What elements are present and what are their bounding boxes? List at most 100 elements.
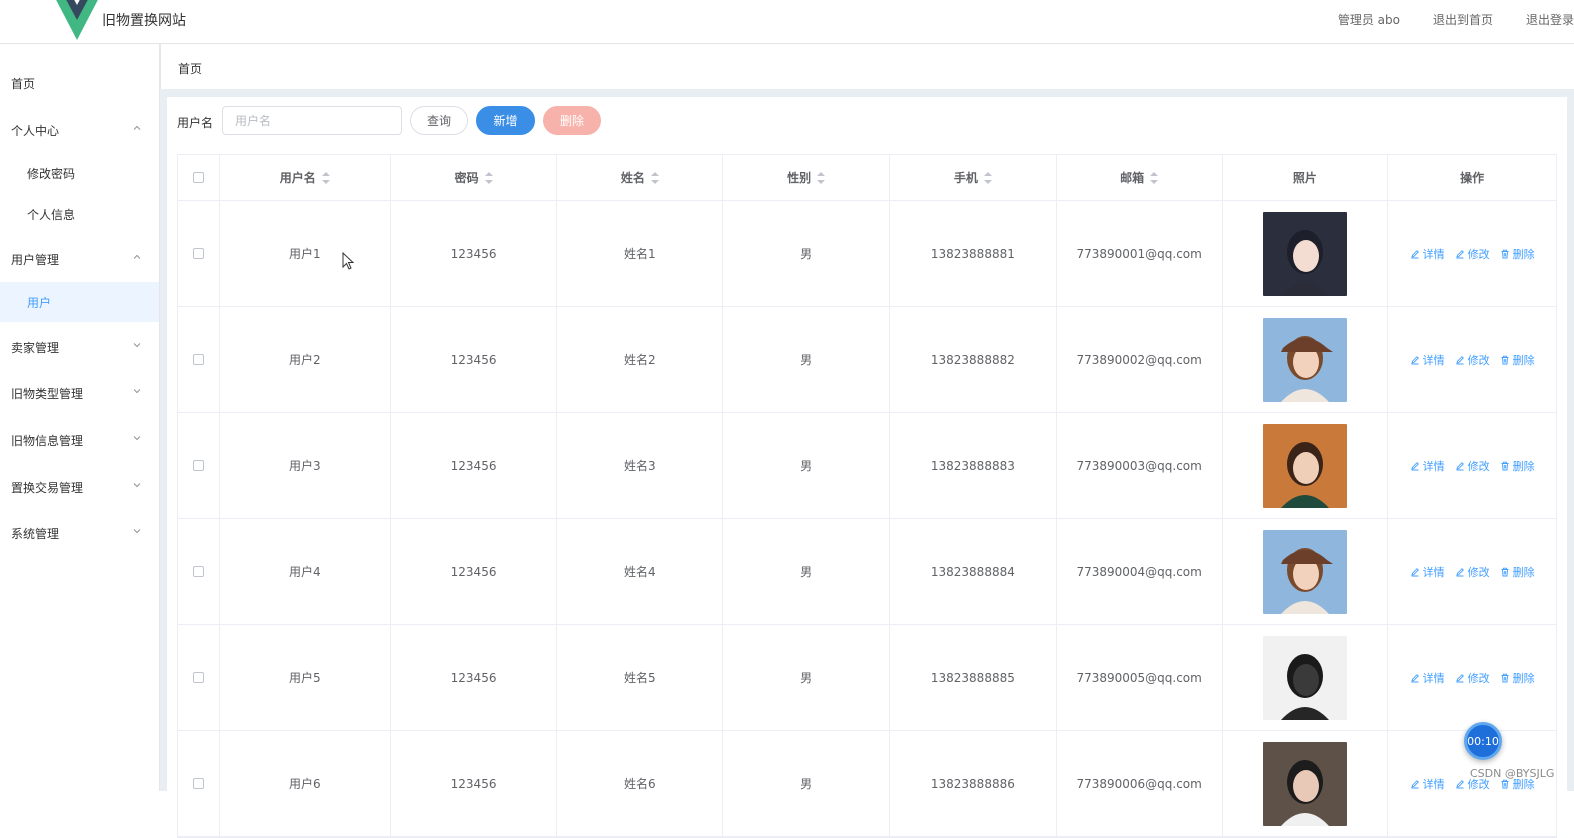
query-button[interactable]: 查询 — [410, 106, 468, 135]
edit-link[interactable]: 修改 — [1455, 352, 1490, 368]
user-photo[interactable] — [1262, 211, 1347, 296]
trash-icon — [1501, 567, 1509, 576]
breadcrumb[interactable]: 首页 — [178, 60, 202, 77]
sidebar-item[interactable]: 个人中心 — [0, 110, 159, 150]
username-cell: 用户5 — [220, 625, 391, 730]
sidebar-item[interactable]: 个人信息 — [0, 194, 159, 234]
user-photo[interactable] — [1262, 741, 1347, 826]
row-checkbox[interactable] — [192, 460, 204, 471]
detail-link[interactable]: 详情 — [1410, 776, 1445, 792]
edit-link[interactable]: 修改 — [1455, 458, 1490, 474]
phone-cell: 13823888885 — [890, 625, 1057, 730]
sidebar-item[interactable]: 修改密码 — [0, 153, 159, 193]
photo-cell — [1223, 519, 1389, 624]
photo-cell — [1223, 625, 1389, 730]
detail-link[interactable]: 详情 — [1410, 458, 1445, 474]
table-row[interactable]: 用户3 123456 姓名3 男 13823888883 773890003@q… — [178, 413, 1556, 519]
row-checkbox[interactable] — [192, 566, 204, 577]
row-checkbox[interactable] — [192, 354, 204, 365]
sort-icon[interactable] — [1150, 171, 1159, 184]
sidebar-item[interactable]: 用户管理 — [0, 239, 159, 279]
sort-icon[interactable] — [817, 171, 826, 184]
edit-link[interactable]: 修改 — [1455, 564, 1490, 580]
username-cell: 用户4 — [220, 519, 391, 624]
logout-link[interactable]: 退出登录 — [1526, 11, 1574, 28]
content-panel: 用户名 查询 新增 删除 用户名 密码 姓名 性别 手机 邮箱 照片 操作 用户… — [167, 97, 1567, 838]
chevron-up-icon — [133, 254, 141, 259]
edit-link[interactable]: 修改 — [1455, 670, 1490, 686]
delete-button[interactable]: 删除 — [543, 106, 601, 135]
email-cell: 773890001@qq.com — [1057, 201, 1223, 306]
actions-cell: 详情 修改 删除 — [1388, 625, 1556, 730]
sidebar-item[interactable]: 置换交易管理 — [0, 467, 159, 507]
gender-cell: 男 — [723, 625, 890, 730]
table-row[interactable]: 用户1 123456 姓名1 男 13823888881 773890001@q… — [178, 201, 1556, 307]
detail-link[interactable]: 详情 — [1410, 352, 1445, 368]
sidebar-item[interactable]: 卖家管理 — [0, 327, 159, 367]
column-header[interactable]: 性别 — [723, 155, 890, 200]
sidebar-item[interactable]: 旧物类型管理 — [0, 373, 159, 413]
exit-to-home-link[interactable]: 退出到首页 — [1433, 11, 1493, 28]
column-header: 照片 — [1223, 155, 1389, 200]
sidebar-item[interactable]: 首页 — [0, 63, 159, 103]
table-row[interactable]: 用户4 123456 姓名4 男 13823888884 773890004@q… — [178, 519, 1556, 625]
sidebar-item-label: 旧物类型管理 — [11, 386, 84, 401]
sidebar-item[interactable]: 旧物信息管理 — [0, 420, 159, 460]
delete-link[interactable]: 删除 — [1500, 246, 1535, 262]
delete-link[interactable]: 删除 — [1500, 352, 1535, 368]
detail-link[interactable]: 详情 — [1410, 564, 1445, 580]
user-photo[interactable] — [1262, 317, 1347, 402]
edit-link[interactable]: 修改 — [1455, 246, 1490, 262]
row-checkbox[interactable] — [192, 778, 204, 789]
edit-icon — [1411, 567, 1419, 576]
phone-cell: 13823888884 — [890, 519, 1057, 624]
sort-icon[interactable] — [650, 171, 659, 184]
gender-cell: 男 — [723, 307, 890, 412]
column-header[interactable]: 密码 — [391, 155, 558, 200]
name-cell: 姓名3 — [557, 413, 724, 518]
sort-icon[interactable] — [983, 171, 992, 184]
username-search-input[interactable] — [222, 106, 402, 135]
recording-timer-badge[interactable]: 00:10 — [1464, 722, 1502, 760]
actions-cell: 详情 修改 删除 — [1388, 519, 1556, 624]
sort-icon[interactable] — [321, 171, 330, 184]
table-row[interactable]: 用户5 123456 姓名5 男 13823888885 773890005@q… — [178, 625, 1556, 731]
chevron-down-icon — [133, 389, 141, 394]
trash-icon — [1501, 673, 1509, 682]
delete-link[interactable]: 删除 — [1500, 564, 1535, 580]
column-header[interactable]: 用户名 — [220, 155, 391, 200]
user-photo[interactable] — [1262, 423, 1347, 508]
column-header[interactable]: 邮箱 — [1057, 155, 1223, 200]
detail-link[interactable]: 详情 — [1410, 246, 1445, 262]
user-photo[interactable] — [1262, 529, 1347, 614]
search-label: 用户名 — [177, 116, 214, 130]
sidebar-item[interactable]: 系统管理 — [0, 513, 159, 553]
chevron-down-icon — [133, 436, 141, 441]
sidebar-item[interactable]: 用户 — [0, 282, 159, 322]
edit-icon — [1411, 779, 1419, 788]
row-checkbox[interactable] — [192, 248, 204, 259]
delete-link[interactable]: 删除 — [1500, 670, 1535, 686]
edit-icon — [1456, 355, 1464, 364]
table-row[interactable]: 用户2 123456 姓名2 男 13823888882 773890002@q… — [178, 307, 1556, 413]
table-row[interactable]: 用户6 123456 姓名6 男 13823888886 773890006@q… — [178, 731, 1556, 837]
select-all-checkbox[interactable] — [192, 172, 204, 183]
photo-cell — [1223, 731, 1389, 836]
sort-icon[interactable] — [484, 171, 493, 184]
sidebar-item-label: 首页 — [11, 76, 36, 91]
gender-cell: 男 — [723, 731, 890, 836]
password-cell: 123456 — [391, 307, 558, 412]
add-button[interactable]: 新增 — [476, 106, 535, 135]
password-cell: 123456 — [391, 519, 558, 624]
detail-link[interactable]: 详情 — [1410, 670, 1445, 686]
column-header[interactable]: 手机 — [890, 155, 1057, 200]
trash-icon — [1501, 461, 1509, 470]
column-header: 操作 — [1460, 171, 1485, 185]
actions-cell: 详情 修改 删除 — [1388, 307, 1556, 412]
row-checkbox[interactable] — [192, 672, 204, 683]
email-cell: 773890003@qq.com — [1057, 413, 1223, 518]
column-header[interactable]: 姓名 — [557, 155, 724, 200]
user-photo[interactable] — [1262, 635, 1347, 720]
delete-link[interactable]: 删除 — [1500, 458, 1535, 474]
username-cell: 用户6 — [220, 731, 391, 836]
